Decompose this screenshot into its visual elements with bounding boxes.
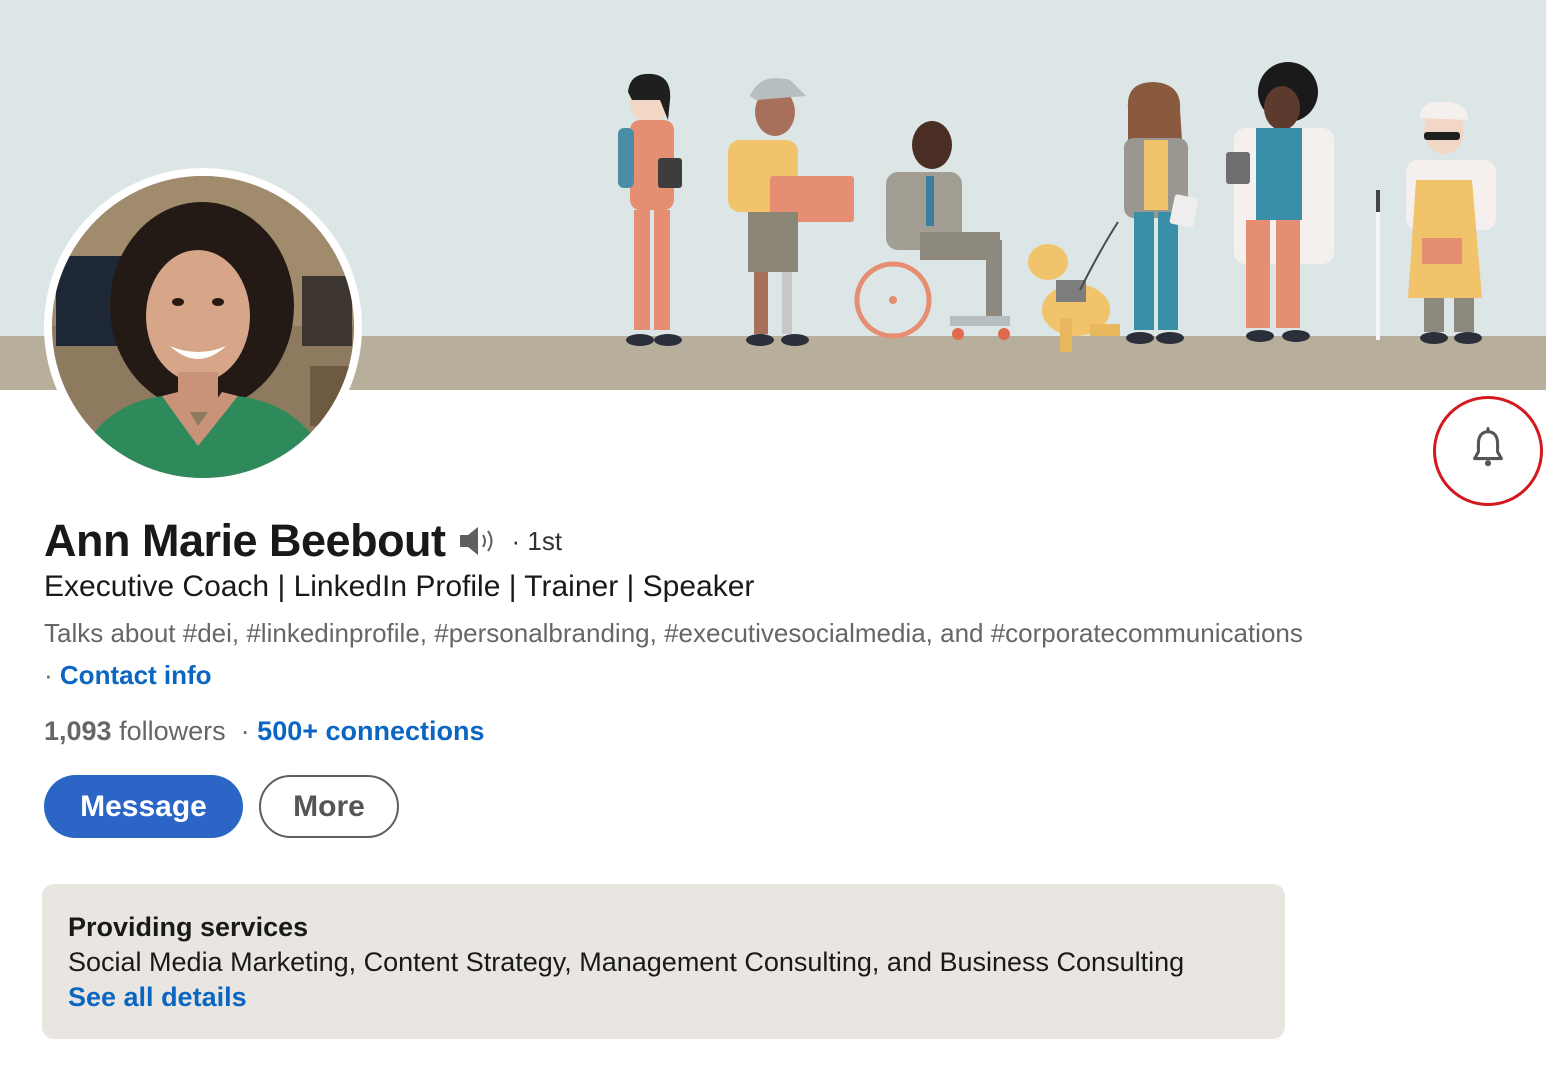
profile-name: Ann Marie Beebout [44,515,446,566]
speaker-icon[interactable] [458,524,500,558]
talks-about: Talks about #dei, #linkedinprofile, #per… [44,618,1303,648]
profile-avatar[interactable] [44,168,362,486]
notification-bell-button[interactable] [1433,396,1543,506]
services-title: Providing services [68,912,309,942]
contact-separator: · [44,660,53,690]
more-button[interactable]: More [259,775,399,838]
message-button[interactable]: Message [44,775,243,838]
followers-count: 1,093 [44,716,112,746]
contact-info-row: · Contact info [44,660,212,691]
profile-name-row: Ann Marie Beebout · 1st [44,510,562,572]
bell-icon [1465,426,1511,477]
followers-label: followers [119,716,226,746]
connections-separator: · [240,716,250,746]
connection-degree: · 1st [511,525,563,556]
profile-headline: Executive Coach | LinkedIn Profile | Tra… [44,570,755,603]
services-list: Social Media Marketing, Content Strategy… [68,947,1185,977]
connections-link[interactable]: 500+ connections [257,716,484,746]
see-all-details-link[interactable]: See all details [68,980,1259,1014]
providing-services-card: Providing services Social Media Marketin… [42,884,1285,1039]
profile-photo [52,176,354,478]
network-stats: 1,093 followers · 500+ connections [44,716,485,747]
contact-info-link[interactable]: Contact info [60,660,212,690]
